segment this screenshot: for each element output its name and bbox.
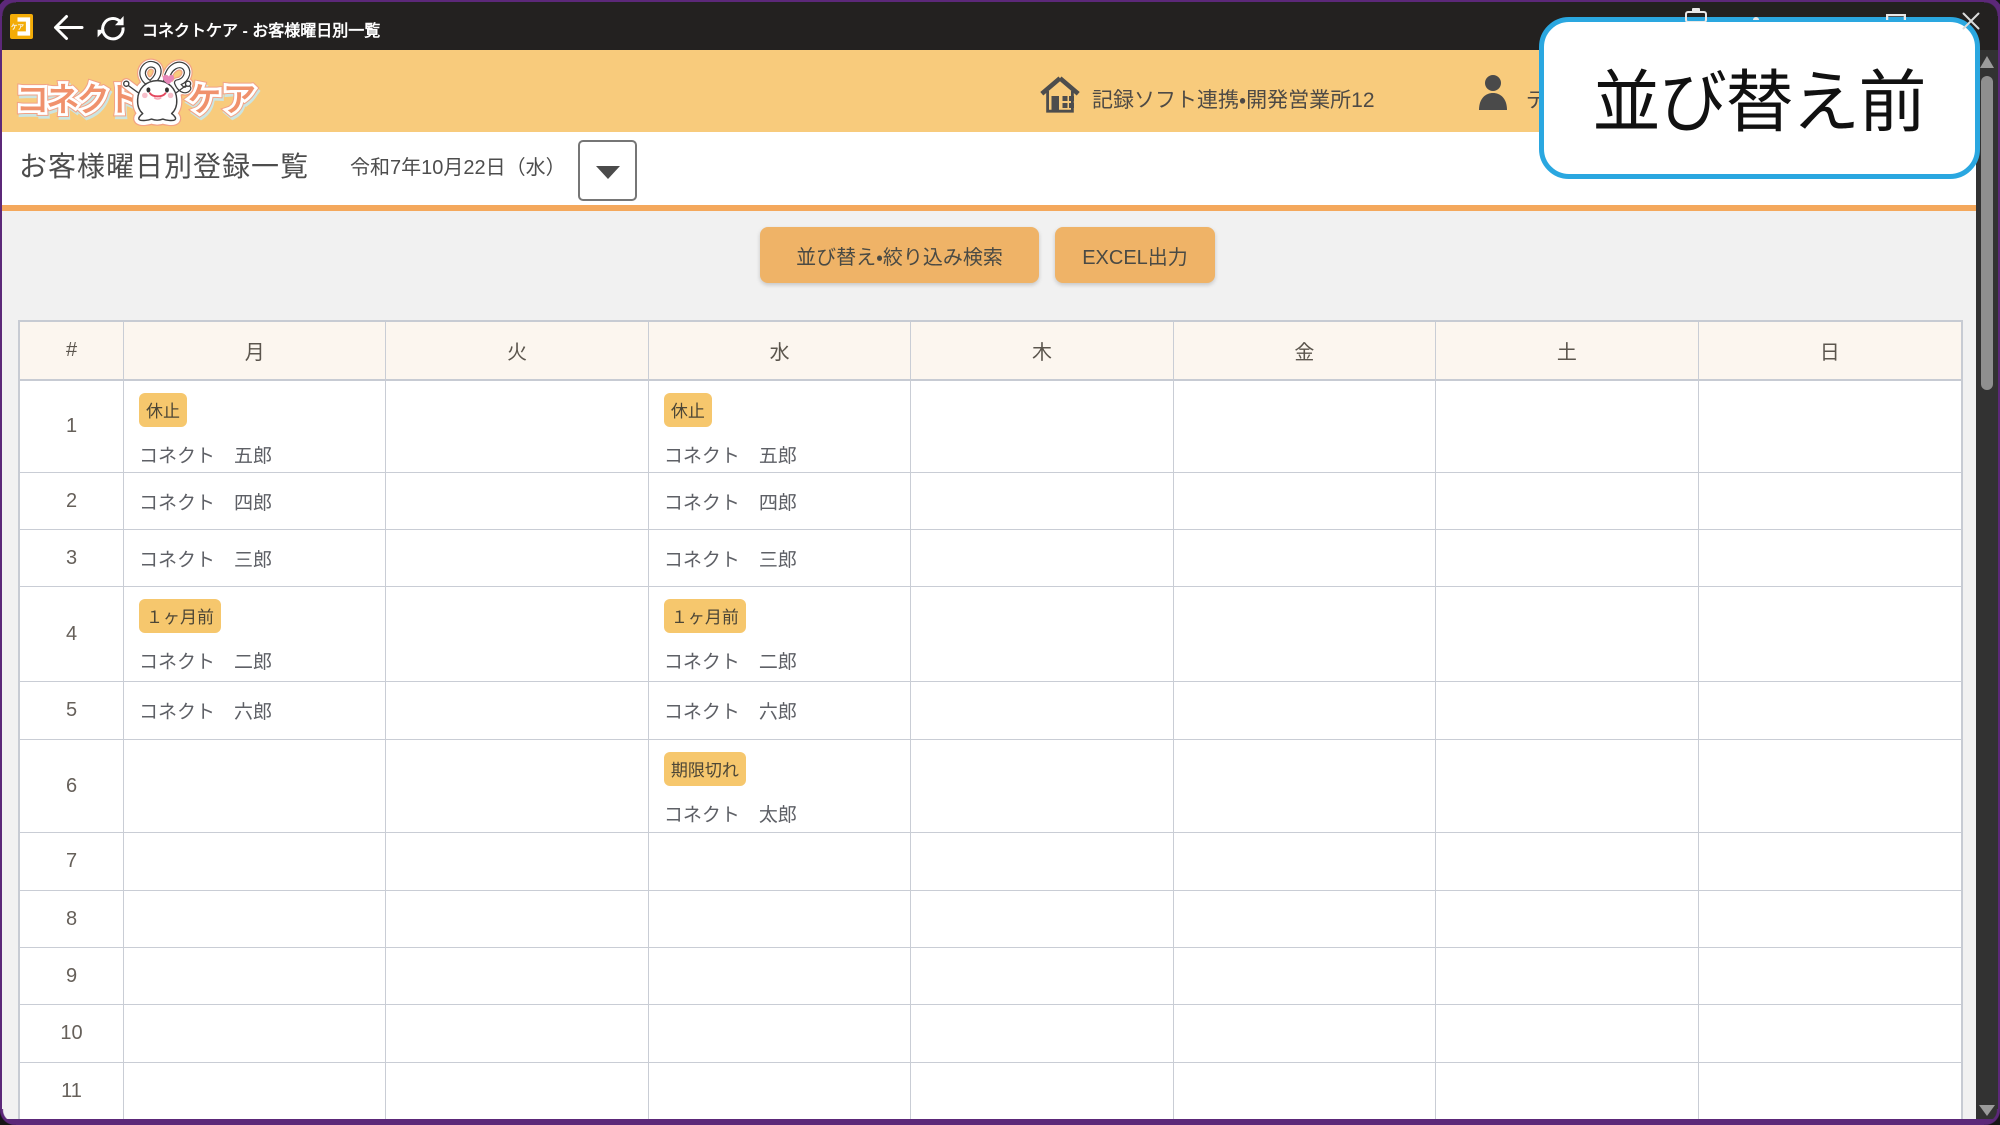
svg-text:ケア: ケア	[11, 23, 25, 31]
svg-text:ケア: ケア	[188, 81, 258, 118]
svg-text:コネクト: コネクト	[16, 81, 138, 118]
